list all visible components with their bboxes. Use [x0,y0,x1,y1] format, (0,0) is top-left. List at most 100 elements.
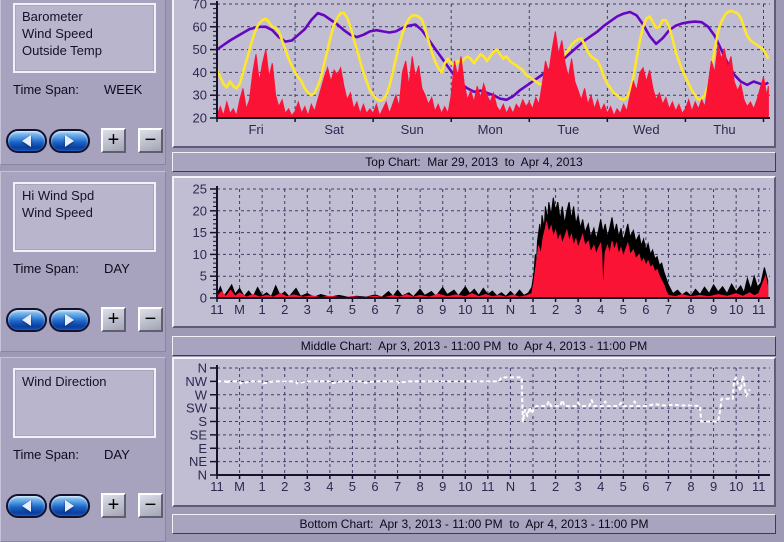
svg-text:11: 11 [481,302,495,317]
timespan-label: Time Span: [13,447,79,462]
zoom-in-button[interactable]: + [101,493,126,518]
svg-text:11: 11 [210,302,224,317]
scroll-right-button[interactable] [49,494,90,518]
zoom-out-button[interactable]: − [138,128,163,153]
right-arrow-icon [65,314,74,326]
chart-nav-buttons: + − [6,127,163,154]
scroll-right-button[interactable] [49,308,90,332]
scroll-left-button[interactable] [6,308,47,332]
svg-text:8: 8 [687,479,694,494]
svg-text:4: 4 [597,302,604,317]
series-listbox[interactable]: Barometer Wind Speed Outside Temp [13,3,156,73]
list-item-hi-wind-spd[interactable]: Hi Wind Spd [15,187,154,204]
svg-text:3: 3 [575,479,582,494]
list-item-wind-speed[interactable]: Wind Speed [15,25,154,42]
zoom-out-button[interactable]: − [138,493,163,518]
svg-text:N: N [506,302,515,317]
svg-text:M: M [234,479,245,494]
svg-text:11: 11 [481,479,495,494]
left-arrow-icon [22,314,31,326]
svg-text:10: 10 [458,302,472,317]
svg-text:M: M [234,302,245,317]
svg-text:4: 4 [326,479,333,494]
list-item-barometer[interactable]: Barometer [15,8,154,25]
bottom-chart-caption: Bottom Chart: Apr 3, 2013 - 11:00 PM to … [172,514,776,534]
svg-text:W: W [195,387,208,402]
series-listbox[interactable]: Wind Direction [13,368,156,438]
chart-nav-buttons: + − [6,492,163,519]
svg-text:3: 3 [304,479,311,494]
svg-text:11: 11 [210,479,224,494]
zoom-in-button[interactable]: + [101,128,126,153]
middle-chart-caption: Middle Chart: Apr 3, 2013 - 11:00 PM to … [172,336,776,356]
timespan-value: DAY [104,261,130,276]
svg-text:20: 20 [193,203,207,218]
left-arrow-icon [22,500,31,512]
svg-text:2: 2 [552,479,559,494]
svg-text:1: 1 [259,479,266,494]
svg-text:NE: NE [189,454,207,469]
svg-text:10: 10 [458,479,472,494]
svg-text:N: N [506,479,515,494]
timespan-label: Time Span: [13,261,79,276]
svg-text:7: 7 [665,479,672,494]
timespan-value: WEEK [104,82,142,97]
svg-text:20: 20 [193,111,207,126]
svg-text:3: 3 [575,302,582,317]
svg-text:5: 5 [620,479,627,494]
svg-text:6: 6 [371,479,378,494]
top-chart-caption: Top Chart: Mar 29, 2013 to Apr 4, 2013 [172,152,776,172]
svg-text:2: 2 [281,479,288,494]
list-item-outside-temp[interactable]: Outside Temp [15,42,154,59]
svg-text:6: 6 [642,479,649,494]
svg-text:1: 1 [529,479,536,494]
scroll-right-button[interactable] [49,129,90,153]
timespan-row: Time Span: DAY [13,447,130,462]
middle-chart-plot: 051015202511M1234567891011N1234567891011 [174,178,774,326]
svg-text:8: 8 [417,302,424,317]
middle-chart: 051015202511M1234567891011N1234567891011 [172,176,776,328]
timespan-value: DAY [104,447,130,462]
svg-text:9: 9 [710,302,717,317]
svg-text:8: 8 [687,302,694,317]
svg-text:60: 60 [193,19,207,34]
right-arrow-icon [65,500,74,512]
bottom-chart: NNEESESSWWNWN11M1234567891011N1234567891… [172,357,776,507]
svg-text:5: 5 [620,302,627,317]
svg-text:NW: NW [185,374,207,389]
bottom-chart-plot: NNEESESSWWNWN11M1234567891011N1234567891… [174,359,774,505]
svg-text:4: 4 [597,479,604,494]
zoom-out-button[interactable]: − [138,307,163,332]
svg-text:8: 8 [417,479,424,494]
svg-text:Mon: Mon [478,122,503,137]
svg-text:Tue: Tue [557,122,579,137]
svg-text:7: 7 [665,302,672,317]
svg-text:5: 5 [349,479,356,494]
svg-text:3: 3 [304,302,311,317]
svg-text:SW: SW [186,401,208,416]
svg-text:70: 70 [193,0,207,12]
svg-text:6: 6 [371,302,378,317]
list-item-wind-direction[interactable]: Wind Direction [15,373,154,390]
svg-text:1: 1 [529,302,536,317]
svg-text:Wed: Wed [633,122,660,137]
series-listbox[interactable]: Hi Wind Spd Wind Speed [13,182,156,252]
svg-text:10: 10 [193,247,207,262]
svg-text:30: 30 [193,88,207,103]
zoom-in-button[interactable]: + [101,307,126,332]
scroll-left-button[interactable] [6,129,47,153]
scroll-left-button[interactable] [6,494,47,518]
timespan-row: Time Span: DAY [13,261,130,276]
list-item-wind-speed[interactable]: Wind Speed [15,204,154,221]
svg-text:Fri: Fri [248,122,263,137]
left-arrow-icon [22,135,31,147]
svg-text:S: S [198,414,207,429]
svg-text:Sun: Sun [401,122,424,137]
svg-text:Sat: Sat [324,122,344,137]
svg-text:4: 4 [326,302,333,317]
svg-text:1: 1 [259,302,266,317]
svg-text:5: 5 [200,269,207,284]
svg-text:N: N [198,361,207,376]
svg-text:9: 9 [439,302,446,317]
svg-text:10: 10 [729,479,743,494]
